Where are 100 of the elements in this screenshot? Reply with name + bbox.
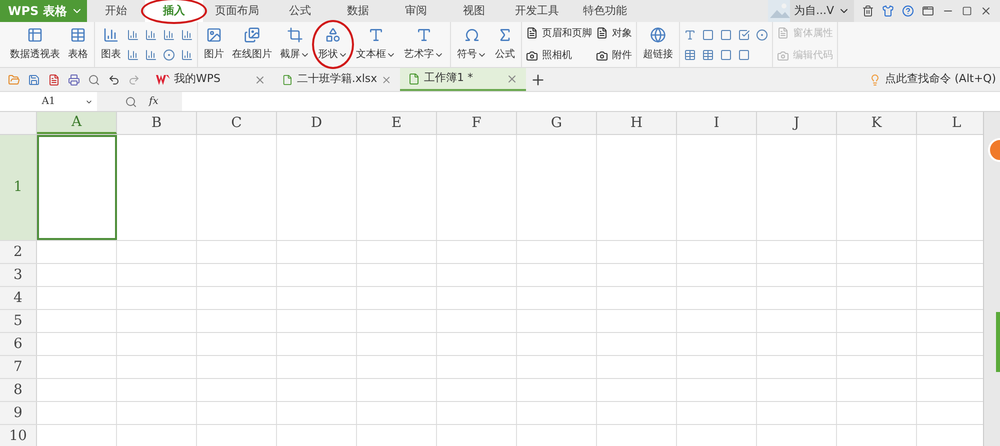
menu-tab[interactable]: 数据	[329, 0, 387, 22]
row-header[interactable]: 4	[0, 287, 37, 309]
undo-icon[interactable]	[108, 74, 120, 86]
app-menu-button[interactable]: WPS 表格	[0, 0, 87, 22]
ribbon-button[interactable]: 图片	[202, 22, 226, 67]
formula-input[interactable]	[182, 92, 1000, 111]
ribbon-button[interactable]: 超链接	[641, 22, 675, 67]
column-header[interactable]: K	[837, 112, 917, 134]
ribbon-icon[interactable]	[181, 28, 193, 40]
ribbon-button[interactable]: 附件	[596, 48, 632, 64]
ribbon-icon[interactable]	[163, 48, 175, 60]
ribbon-icon	[526, 27, 538, 40]
column-header[interactable]: A	[37, 112, 117, 134]
preview-icon[interactable]	[88, 74, 100, 86]
ribbon-icon[interactable]	[163, 28, 175, 40]
save-icon[interactable]	[28, 74, 40, 86]
ribbon-button[interactable]: 公式	[493, 22, 517, 67]
row-header[interactable]: 10	[0, 425, 37, 446]
name-box[interactable]: A1	[0, 92, 97, 111]
selected-cell[interactable]	[37, 135, 117, 240]
ribbon-icon	[244, 27, 260, 43]
ribbon-button[interactable]: 照相机	[526, 48, 592, 64]
ribbon-button[interactable]: 符号	[455, 22, 489, 67]
logo-icon	[156, 74, 170, 84]
row-header[interactable]: 1	[0, 135, 37, 240]
row-header[interactable]: 9	[0, 402, 37, 424]
ribbon-icon	[777, 50, 789, 62]
row-header[interactable]: 2	[0, 241, 37, 263]
ribbon-icon[interactable]	[702, 48, 714, 60]
ribbon-icon[interactable]	[145, 48, 157, 60]
ribbon-icon[interactable]	[145, 28, 157, 40]
function-button[interactable]: fx	[149, 94, 158, 109]
ribbon-icon[interactable]	[181, 48, 193, 60]
help-icon[interactable]	[902, 5, 914, 17]
menu-tab[interactable]: 开始	[87, 0, 145, 22]
ribbon-icon	[368, 27, 384, 43]
ribbon-icon[interactable]	[720, 28, 732, 40]
close-icon[interactable]	[506, 72, 518, 84]
print-icon[interactable]	[68, 74, 80, 86]
column-header[interactable]: B	[117, 112, 197, 134]
ribbon-icon	[416, 27, 432, 43]
export-icon[interactable]	[48, 74, 60, 86]
menu-tab[interactable]: 开发工具	[503, 0, 571, 22]
ribbon-button[interactable]: 对象	[596, 26, 632, 41]
column-header[interactable]: D	[277, 112, 357, 134]
ribbon-icon[interactable]	[756, 28, 768, 40]
row-header[interactable]: 6	[0, 333, 37, 355]
document-tab[interactable]: 工作簿1 *	[400, 68, 526, 91]
ribbon-button[interactable]: 表格	[66, 22, 90, 67]
spreadsheet-icon	[282, 74, 293, 86]
ribbon-button[interactable]: 页眉和页脚	[526, 26, 592, 41]
ribbon-icon	[596, 50, 608, 62]
document-tab[interactable]: 二十班学籍.xlsx	[274, 68, 400, 91]
document-tab[interactable]: 我的WPS	[148, 68, 274, 91]
menu-tab[interactable]: 页面布局	[203, 0, 271, 22]
column-header[interactable]: I	[677, 112, 757, 134]
restore-icon[interactable]	[962, 6, 972, 16]
menu-tab[interactable]: 审阅	[387, 0, 445, 22]
column-header[interactable]: G	[517, 112, 597, 134]
ribbon-icon[interactable]	[127, 28, 139, 40]
ribbon-icon[interactable]	[738, 28, 750, 40]
redo-icon[interactable]	[128, 74, 140, 86]
zoom-icon[interactable]	[125, 96, 137, 108]
ribbon-icon	[287, 27, 303, 43]
close-icon[interactable]	[254, 74, 266, 86]
open-icon[interactable]	[8, 74, 20, 86]
ribbon-button[interactable]: 截屏	[278, 22, 312, 67]
column-header[interactable]: C	[197, 112, 277, 134]
ribbon-icon	[464, 27, 480, 43]
ribbon-icon[interactable]	[684, 28, 696, 40]
ribbon-button[interactable]: 在线图片	[230, 22, 274, 67]
menu-tab[interactable]: 公式	[271, 0, 329, 22]
add-tab-icon[interactable]	[530, 72, 546, 88]
row-header[interactable]: 5	[0, 310, 37, 332]
scrollbar[interactable]	[983, 112, 1000, 446]
ribbon-icon[interactable]	[738, 48, 750, 60]
ribbon-button[interactable]: 艺术字	[402, 22, 446, 67]
ribbon-icon[interactable]	[720, 48, 732, 60]
command-search[interactable]: 点此查找命令 (Alt+Q)	[885, 71, 996, 88]
ribbon-icon[interactable]	[702, 28, 714, 40]
column-header[interactable]: F	[437, 112, 517, 134]
ribbon-icon[interactable]	[684, 48, 696, 60]
shirt-icon[interactable]	[882, 5, 894, 17]
column-header[interactable]: H	[597, 112, 677, 134]
column-header[interactable]: J	[757, 112, 837, 134]
ribbon-button[interactable]: 文本框	[354, 22, 398, 67]
ribbon-icon[interactable]	[127, 48, 139, 60]
ribbon-icon	[325, 27, 341, 43]
column-header[interactable]: E	[357, 112, 437, 134]
menu-tab[interactable]: 视图	[445, 0, 503, 22]
row-header[interactable]: 3	[0, 264, 37, 286]
ribbon-button[interactable]: 图表	[99, 22, 123, 67]
row-header[interactable]: 8	[0, 379, 37, 401]
ribbon-icon	[526, 50, 538, 62]
menu-tab[interactable]: 特色功能	[571, 0, 639, 22]
ribbon-icon	[27, 27, 43, 43]
ribbon-button[interactable]: 数据透视表	[8, 22, 62, 67]
row-header[interactable]: 7	[0, 356, 37, 378]
window-icon[interactable]	[922, 5, 934, 17]
close-icon[interactable]	[980, 5, 992, 17]
